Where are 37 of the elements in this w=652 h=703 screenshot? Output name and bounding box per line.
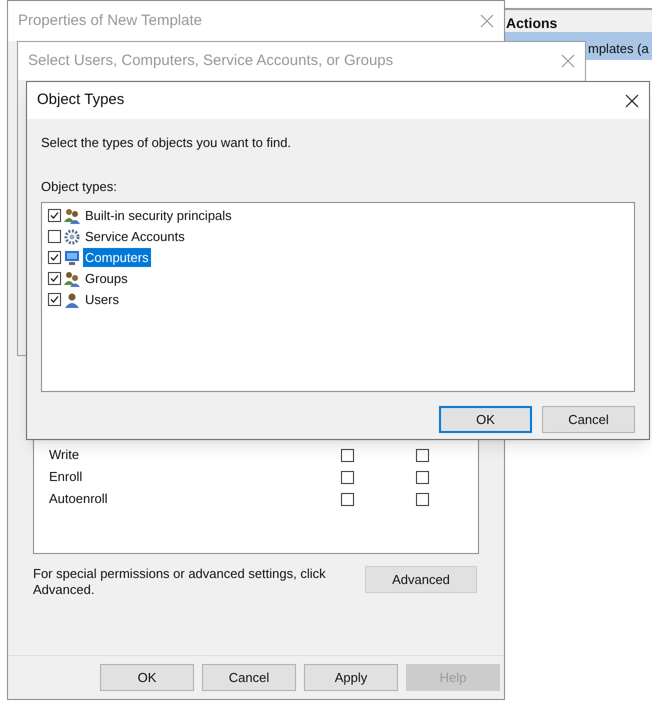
people-icon <box>63 208 81 224</box>
window-title: Object Types <box>37 90 124 110</box>
deny-checkbox[interactable] <box>416 492 429 506</box>
dialog-button[interactable]: Apply <box>304 664 398 691</box>
window-title: Properties of New Template <box>18 10 202 31</box>
list-label: Object types: <box>41 178 118 196</box>
list-item[interactable]: Built-in security principals <box>83 206 234 226</box>
people-icon <box>63 270 81 286</box>
dialog-button[interactable]: OK <box>439 406 532 433</box>
list-item[interactable]: Groups <box>83 268 130 288</box>
checkbox[interactable] <box>48 230 61 243</box>
checkbox[interactable] <box>48 293 61 306</box>
close-icon[interactable] <box>625 94 639 108</box>
user-icon <box>63 292 81 308</box>
instruction-text: Select the types of objects you want to find. <box>41 134 292 152</box>
allow-checkbox[interactable] <box>341 492 354 506</box>
window-title: Select Users, Computers, Service Accounts, or Groups <box>28 50 394 71</box>
allow-checkbox[interactable] <box>341 448 354 462</box>
allow-checkbox[interactable] <box>341 470 354 484</box>
gear-icon <box>63 228 81 244</box>
list-item[interactable]: Computers <box>83 248 151 268</box>
deny-checkbox[interactable] <box>416 470 429 484</box>
dialog-button[interactable]: Cancel <box>542 406 635 433</box>
checkbox[interactable] <box>48 209 61 222</box>
list-item[interactable]: Service Accounts <box>83 226 187 246</box>
advanced-button[interactable]: Advanced <box>365 566 477 593</box>
dialog-button[interactable]: OK <box>100 664 194 691</box>
deny-checkbox[interactable] <box>416 448 429 462</box>
permission-name: Autoenroll <box>49 490 109 508</box>
list-item[interactable]: Users <box>83 290 121 310</box>
checkbox[interactable] <box>48 272 61 285</box>
checkbox[interactable] <box>48 251 61 264</box>
permission-name: Enroll <box>49 468 84 486</box>
permission-name: Write <box>49 446 80 464</box>
computer-icon <box>63 250 81 266</box>
dialog-button[interactable]: Cancel <box>202 664 296 691</box>
advanced-note: For special permissions or advanced settings, click Advanced. <box>33 566 327 598</box>
